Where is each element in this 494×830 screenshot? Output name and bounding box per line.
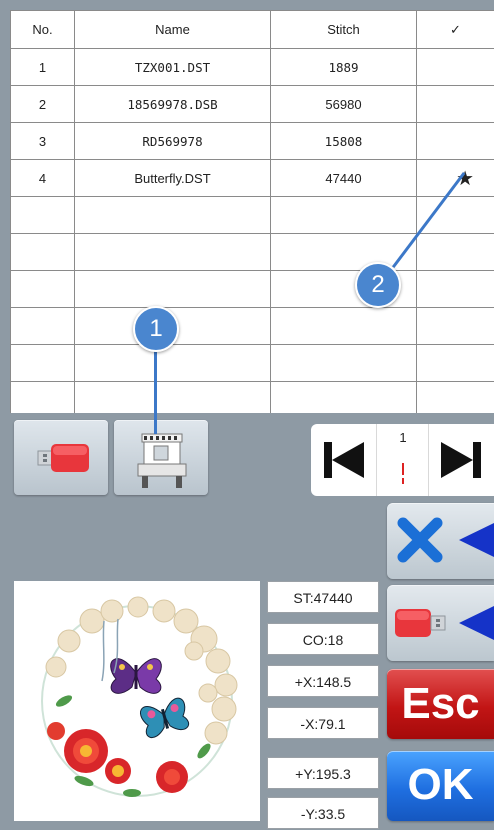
cell-no: 2 xyxy=(11,86,75,123)
table-row[interactable] xyxy=(11,234,494,271)
selected-star-icon: ★ xyxy=(417,160,494,197)
first-page-button[interactable] xyxy=(311,424,377,496)
embroidery-machine-icon xyxy=(114,420,208,495)
table-row[interactable]: 3 RD569978 15808 xyxy=(11,123,494,160)
skip-previous-icon xyxy=(311,424,376,496)
table-row[interactable] xyxy=(11,345,494,382)
file-table: No. Name Stitch ✓ 1 TZX001.DST 1889 2 18… xyxy=(10,10,494,413)
page-number: 1 xyxy=(377,430,429,445)
delete-button[interactable] xyxy=(387,503,494,579)
table-header-row: No. Name Stitch ✓ xyxy=(11,11,494,49)
cell-stitch: 47440 xyxy=(271,160,417,197)
cell-no: 4 xyxy=(11,160,75,197)
save-to-usb-button[interactable] xyxy=(387,585,494,661)
usb-export-icon xyxy=(387,585,494,661)
butterfly-embroidery-image xyxy=(14,581,260,821)
file-table-container: No. Name Stitch ✓ 1 TZX001.DST 1889 2 18… xyxy=(10,10,494,413)
header-stitch: Stitch xyxy=(271,11,417,49)
last-page-button[interactable] xyxy=(428,424,494,496)
cell-name: Butterfly.DST xyxy=(75,160,271,197)
table-row[interactable]: 2 18569978.DSB 56980 xyxy=(11,86,494,123)
table-row[interactable]: 1 TZX001.DST 1889 xyxy=(11,49,494,86)
usb-source-button[interactable] xyxy=(14,420,108,495)
cell-no: 3 xyxy=(11,123,75,160)
header-name: Name xyxy=(75,11,271,49)
pager: 1 xyxy=(311,424,494,496)
cell-no: 1 xyxy=(11,49,75,86)
callout-badge-1: 1 xyxy=(133,306,179,352)
cell-mark xyxy=(417,86,494,123)
skip-next-icon xyxy=(429,424,494,496)
table-row[interactable] xyxy=(11,382,494,414)
cell-stitch: 15808 xyxy=(271,123,417,160)
plus-y-readout: +Y:195.3 xyxy=(267,757,379,789)
cell-name: TZX001.DST xyxy=(75,49,271,86)
table-row[interactable]: 4 Butterfly.DST 47440 ★ xyxy=(11,160,494,197)
header-check: ✓ xyxy=(417,11,494,49)
usb-drive-icon xyxy=(14,420,108,495)
callout-1-line xyxy=(154,350,157,434)
cell-name: 18569978.DSB xyxy=(75,86,271,123)
header-no: No. xyxy=(11,11,75,49)
callout-badge-2: 2 xyxy=(355,262,401,308)
plus-x-readout: +X:148.5 xyxy=(267,665,379,697)
delete-x-icon xyxy=(387,503,494,579)
minus-y-readout: -Y:33.5 xyxy=(267,797,379,829)
cell-mark xyxy=(417,49,494,86)
table-row[interactable] xyxy=(11,308,494,345)
ok-button[interactable]: OK xyxy=(387,751,494,821)
minus-x-readout: -X:79.1 xyxy=(267,707,379,739)
design-preview xyxy=(14,581,260,821)
page-indicator-icon xyxy=(399,460,407,486)
cell-name: RD569978 xyxy=(75,123,271,160)
cell-stitch: 1889 xyxy=(271,49,417,86)
table-row[interactable] xyxy=(11,271,494,308)
cell-mark xyxy=(417,123,494,160)
color-readout: CO:18 xyxy=(267,623,379,655)
esc-button[interactable]: Esc xyxy=(387,669,494,739)
cell-stitch: 56980 xyxy=(271,86,417,123)
machine-memory-button[interactable] xyxy=(114,420,208,495)
stitch-readout: ST:47440 xyxy=(267,581,379,613)
